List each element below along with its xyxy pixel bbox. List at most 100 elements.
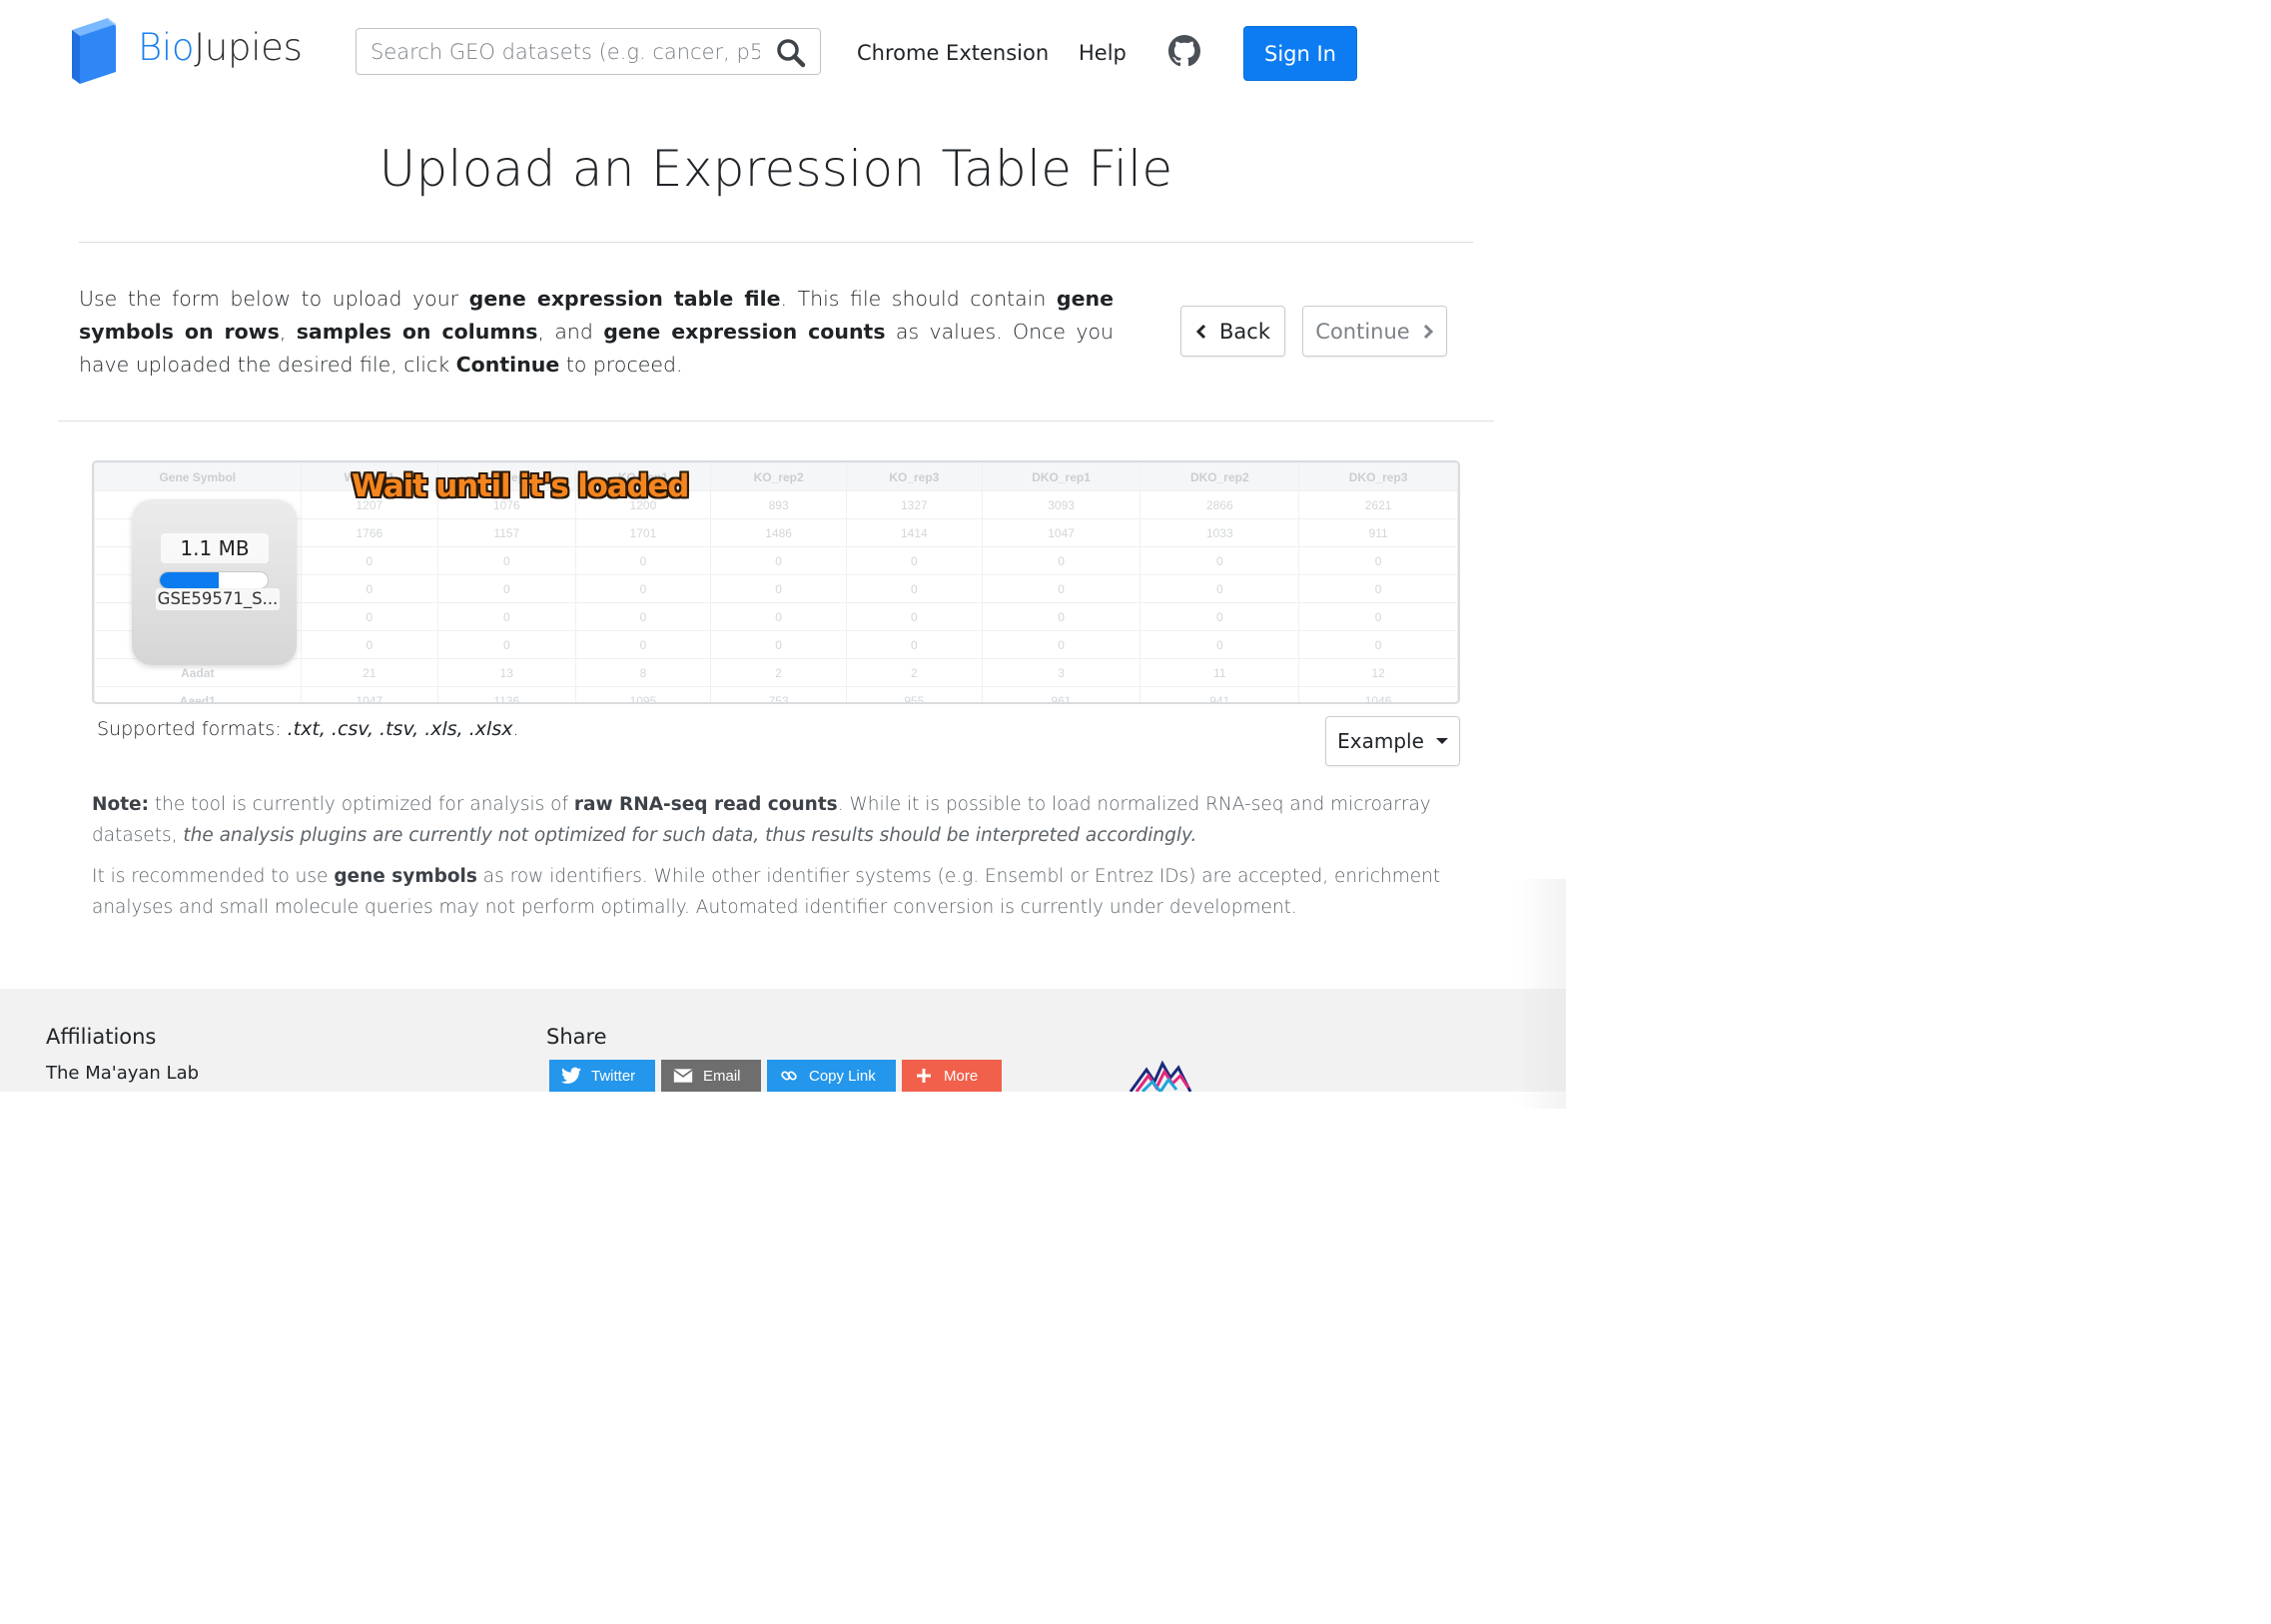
count-cell: 955 <box>845 686 983 702</box>
search-icon[interactable] <box>776 38 806 68</box>
divider <box>58 420 1494 421</box>
divider <box>79 242 1473 243</box>
upload-dropzone[interactable]: Gene Symbol WT_rep1 WT_rep2 KO_rep1 KO_rep2 K… <box>92 460 1460 704</box>
share-copy-link-button[interactable]: Copy Link <box>767 1060 896 1092</box>
supported-formats: Supported formats: .txt, .csv, .tsv, .xl… <box>97 718 519 740</box>
count-cell: 0 <box>710 574 847 603</box>
count-cell: 0 <box>300 546 439 575</box>
back-button[interactable]: Back <box>1180 306 1285 357</box>
search-bar <box>356 28 821 75</box>
count-cell: 0 <box>981 602 1141 631</box>
github-icon[interactable] <box>1168 35 1200 67</box>
brand-name[interactable]: BioJupies <box>138 26 303 69</box>
count-cell: 911 <box>1298 518 1458 547</box>
count-cell: 0 <box>1298 574 1458 603</box>
note-raw-counts: Note: the tool is currently optimized fo… <box>92 794 1431 846</box>
count-cell: 1047 <box>981 518 1141 547</box>
count-cell: 0 <box>845 630 983 659</box>
chevron-left-icon <box>1195 324 1206 339</box>
intro-text: Use the form below to upload your gene e… <box>79 287 1114 377</box>
count-cell: 0 <box>300 630 439 659</box>
table-row: Aacs1766115717011486141410471033911 <box>94 518 1458 547</box>
nav-help[interactable]: Help <box>1079 41 1127 65</box>
table-row: Aaas1207107612008931327309328662621 <box>94 490 1458 519</box>
count-cell: 0 <box>845 546 983 575</box>
page-title: Upload an Expression Table File <box>378 140 1173 198</box>
count-cell: 0 <box>437 630 576 659</box>
table-header-cell: KO_rep3 <box>845 462 983 491</box>
count-cell: 0 <box>437 546 576 575</box>
page-bottom <box>0 1092 1566 1120</box>
count-cell: 941 <box>1139 686 1300 702</box>
upload-progress-bar <box>159 571 269 589</box>
count-cell: 0 <box>1298 546 1458 575</box>
chevron-right-icon <box>1423 324 1433 339</box>
twitter-icon <box>561 1067 581 1084</box>
count-cell: 1136 <box>437 686 576 702</box>
search-input[interactable] <box>371 38 760 66</box>
sign-in-button[interactable]: Sign In <box>1243 26 1357 81</box>
share-heading: Share <box>546 1025 607 1049</box>
back-button-label: Back <box>1219 319 1270 344</box>
count-cell: 0 <box>574 630 712 659</box>
count-cell: 893 <box>710 490 847 519</box>
table-row: Aaed1 1047 1136 1095 753 955 961 941 1046 <box>94 686 1458 702</box>
nav-chrome-extension[interactable]: Chrome Extension <box>857 41 1049 65</box>
count-cell: 1486 <box>710 518 847 547</box>
table-row: Aadac00000000 <box>94 546 1458 575</box>
uploading-file-card: 1.1 MB GSE59571_S... <box>132 499 297 665</box>
count-cell: 0 <box>1139 602 1300 631</box>
share-email-button[interactable]: Email <box>661 1060 761 1092</box>
count-cell: 0 <box>574 546 712 575</box>
table-header-cell: DKO_rep3 <box>1298 462 1458 491</box>
caret-down-icon <box>1435 738 1448 744</box>
count-cell: 1095 <box>574 686 712 702</box>
count-cell: 0 <box>574 574 712 603</box>
count-cell: 0 <box>1298 630 1458 659</box>
plus-icon <box>917 1069 931 1083</box>
count-cell: 11 <box>1139 658 1300 687</box>
count-cell: 2866 <box>1139 490 1300 519</box>
affiliations-heading: Affiliations <box>46 1025 157 1049</box>
table-header-cell: DKO_rep1 <box>981 462 1141 491</box>
book-logo-icon[interactable] <box>68 16 118 84</box>
count-cell: 1327 <box>845 490 983 519</box>
count-cell: 2621 <box>1298 490 1458 519</box>
expression-table-preview: Gene Symbol WT_rep1 WT_rep2 KO_rep1 KO_rep2 K… <box>94 462 1458 702</box>
file-name: GSE59571_S... <box>156 588 280 610</box>
table-header-cell: DKO_rep2 <box>1139 462 1300 491</box>
wait-loaded-annotation: Wait until it's loaded <box>352 468 689 504</box>
link-icon <box>781 1071 797 1081</box>
count-cell: 0 <box>845 574 983 603</box>
count-cell: 0 <box>845 602 983 631</box>
mssm-logo-icon[interactable] <box>1129 1054 1192 1095</box>
file-size: 1.1 MB <box>161 533 269 563</box>
count-cell: 0 <box>1298 602 1458 631</box>
example-dropdown-button[interactable]: Example <box>1325 716 1460 766</box>
note-gene-symbols: It is recommended to use gene symbols as… <box>92 866 1441 918</box>
count-cell: 0 <box>1139 630 1300 659</box>
count-cell: 0 <box>981 546 1141 575</box>
count-cell: 0 <box>437 602 576 631</box>
count-cell: 2 <box>710 658 847 687</box>
example-label: Example <box>1337 729 1424 753</box>
count-cell: 1033 <box>1139 518 1300 547</box>
share-more-button[interactable]: More <box>902 1060 1002 1092</box>
count-cell: 961 <box>981 686 1141 702</box>
affiliation-link[interactable]: The Ma'ayan Lab <box>46 1063 199 1084</box>
count-cell: 0 <box>710 602 847 631</box>
count-cell: 0 <box>981 574 1141 603</box>
share-twitter-button[interactable]: Twitter <box>549 1060 655 1092</box>
count-cell: 0 <box>1139 546 1300 575</box>
continue-button[interactable]: Continue <box>1302 306 1447 357</box>
count-cell: 1701 <box>574 518 712 547</box>
table-header-cell: KO_rep2 <box>710 462 847 491</box>
count-cell: 753 <box>710 686 847 702</box>
count-cell: 1766 <box>300 518 439 547</box>
count-cell: 21 <box>300 658 439 687</box>
count-cell: 0 <box>437 574 576 603</box>
table-header-cell: Gene Symbol <box>94 462 302 491</box>
count-cell: 1047 <box>300 686 439 702</box>
count-cell: 1046 <box>1298 686 1458 702</box>
count-cell: 3 <box>981 658 1141 687</box>
